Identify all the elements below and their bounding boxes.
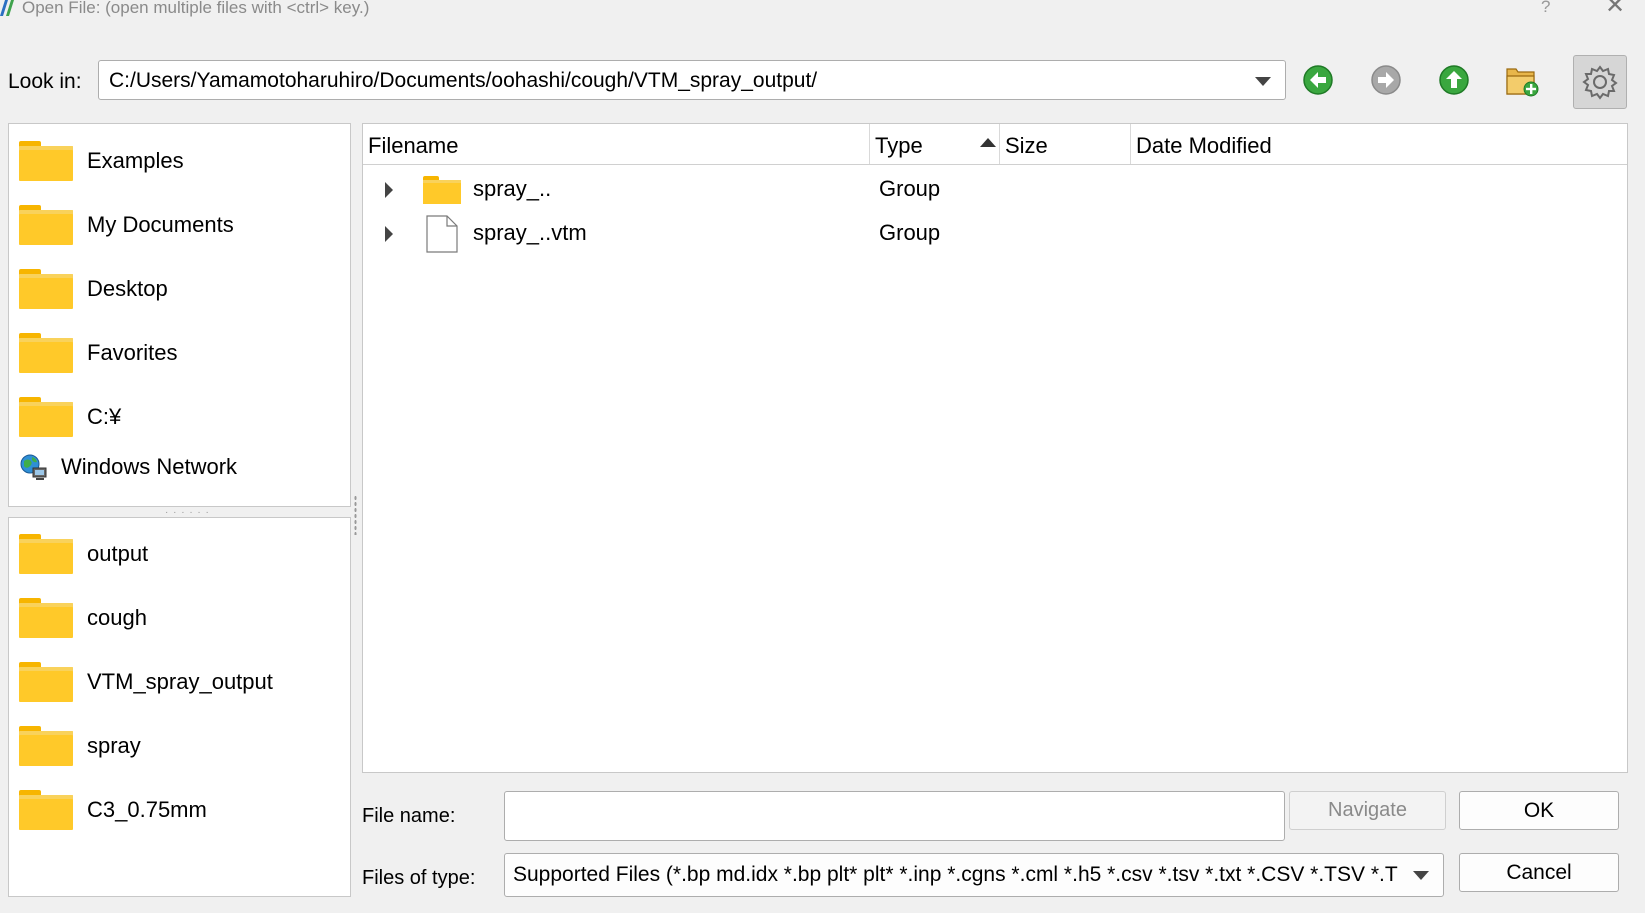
file-row[interactable]: spray_..vtm Group — [363, 211, 1627, 255]
recent-item-vtm-spray-output[interactable]: VTM_spray_output — [19, 657, 273, 707]
folder-icon — [19, 397, 73, 437]
forward-button[interactable] — [1362, 56, 1410, 104]
window-title: Open File: (open multiple files with <ct… — [22, 0, 370, 17]
recent-item-cough[interactable]: cough — [19, 593, 147, 643]
document-icon — [426, 215, 458, 253]
file-name: spray_.. — [473, 176, 552, 201]
column-header-date-modified[interactable]: Date Modified — [1131, 124, 1627, 164]
forward-arrow-icon — [1371, 65, 1401, 95]
up-directory-button[interactable] — [1430, 56, 1478, 104]
folder-icon — [19, 598, 73, 638]
recent-item-label: C3_0.75mm — [87, 797, 207, 822]
new-folder-icon — [1506, 68, 1539, 97]
files-of-type-value: Supported Files (*.bp md.idx *.bp plt* p… — [513, 863, 1398, 886]
network-icon — [20, 454, 47, 480]
folder-icon — [19, 790, 73, 830]
sidebar-item-my-documents[interactable]: My Documents — [19, 200, 234, 250]
help-button[interactable]: ? — [1541, 0, 1550, 17]
title-bar: Open File: (open multiple files with <ct… — [0, 0, 1645, 22]
file-list-header: Filename Type Size Date Modified — [363, 124, 1627, 165]
file-row[interactable]: spray_.. Group — [363, 167, 1627, 211]
sidebar-item-label: Desktop — [87, 276, 168, 301]
column-header-label: Filename — [368, 133, 459, 158]
file-type: Group — [879, 176, 941, 201]
paraview-logo-icon — [0, 0, 14, 16]
sidebar-item-label: Windows Network — [61, 454, 238, 479]
cancel-button[interactable]: Cancel — [1459, 853, 1619, 892]
navigate-button[interactable]: Navigate — [1289, 791, 1446, 830]
sidebar-item-c-drive[interactable]: C:¥ — [19, 392, 121, 442]
gear-icon — [1582, 65, 1618, 100]
sidebar-item-label: My Documents — [87, 212, 234, 237]
look-in-combobox[interactable]: C:/Users/Yamamotoharuhiro/Documents/ooha… — [98, 60, 1286, 100]
folder-icon — [19, 141, 73, 181]
file-list-view[interactable]: Filename Type Size Date Modified spray_.… — [362, 123, 1628, 773]
sidebar-item-windows-network[interactable]: Windows Network — [19, 442, 237, 492]
folder-icon — [19, 205, 73, 245]
column-header-type[interactable]: Type — [870, 124, 1000, 164]
chevron-down-icon[interactable] — [1255, 77, 1271, 86]
recent-item-output[interactable]: output — [19, 529, 148, 579]
file-type: Group — [879, 220, 941, 245]
column-header-label: Size — [1005, 133, 1048, 158]
recent-item-label: output — [87, 541, 149, 566]
folder-icon — [19, 662, 73, 702]
folder-icon — [19, 269, 73, 309]
files-of-type-label: Files of type: — [362, 867, 476, 889]
recent-item-c3-0-75mm[interactable]: C3_0.75mm — [19, 785, 207, 835]
sidebar-item-label: Favorites — [87, 340, 178, 365]
sidebar-item-label: C:¥ — [87, 404, 122, 429]
files-of-type-combobox[interactable]: Supported Files (*.bp md.idx *.bp plt* p… — [504, 853, 1444, 897]
recent-item-spray[interactable]: spray — [19, 721, 141, 771]
expand-arrow-icon[interactable] — [385, 182, 393, 198]
back-button[interactable] — [1294, 56, 1342, 104]
close-button[interactable]: ✕ — [1605, 0, 1625, 18]
vertical-splitter-handle[interactable] — [354, 495, 357, 535]
back-arrow-icon — [1303, 65, 1333, 95]
recent-item-label: cough — [87, 605, 147, 630]
sidebar-item-favorites[interactable]: Favorites — [19, 328, 177, 378]
folder-icon — [19, 534, 73, 574]
new-folder-button[interactable] — [1498, 56, 1546, 104]
recent-item-label: spray — [87, 733, 141, 758]
file-name-input[interactable] — [504, 791, 1285, 841]
expand-arrow-icon[interactable] — [385, 226, 393, 242]
folder-icon — [19, 333, 73, 373]
file-name: spray_..vtm — [473, 220, 587, 245]
settings-button[interactable] — [1573, 55, 1627, 109]
column-header-filename[interactable]: Filename — [363, 124, 870, 164]
column-header-size[interactable]: Size — [1000, 124, 1131, 164]
recent-directories-sidebar: output cough VTM_spray_output spray C3_0… — [8, 517, 351, 897]
sidebar-item-label: Examples — [87, 148, 184, 173]
ok-button[interactable]: OK — [1459, 791, 1619, 830]
recent-item-label: VTM_spray_output — [87, 669, 273, 694]
file-name-label: File name: — [362, 805, 456, 827]
look-in-label: Look in: — [8, 70, 82, 93]
places-sidebar: Examples My Documents Desktop Favorites … — [8, 123, 351, 507]
column-header-label: Type — [875, 133, 923, 158]
look-in-path: C:/Users/Yamamotoharuhiro/Documents/ooha… — [109, 69, 818, 92]
sort-ascending-icon — [980, 138, 996, 147]
sidebar-item-desktop[interactable]: Desktop — [19, 264, 168, 314]
folder-icon — [423, 176, 461, 204]
up-arrow-icon — [1439, 65, 1469, 95]
sidebar-item-examples[interactable]: Examples — [19, 136, 184, 186]
folder-icon — [19, 726, 73, 766]
chevron-down-icon[interactable] — [1413, 871, 1429, 880]
column-header-label: Date Modified — [1136, 133, 1272, 158]
